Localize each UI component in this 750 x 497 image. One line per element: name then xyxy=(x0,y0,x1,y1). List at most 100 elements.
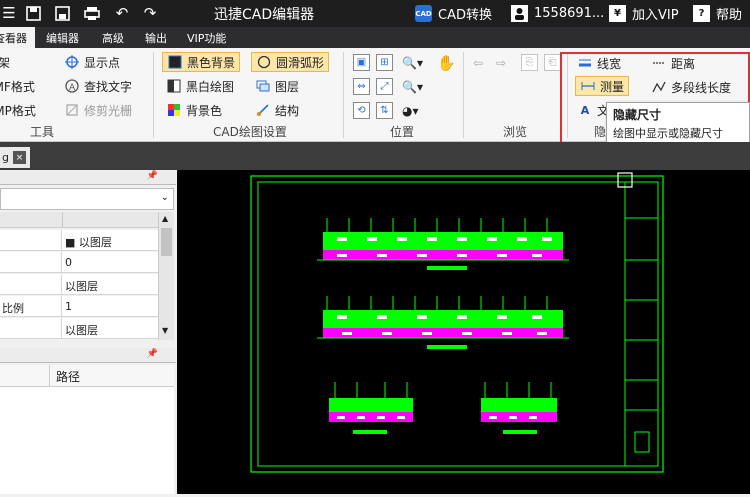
cad-convert-button[interactable]: CAD CAD转换 xyxy=(415,3,492,24)
scroll-up-icon[interactable]: ▲ xyxy=(162,214,168,223)
fit-width-icon[interactable]: ⇔ xyxy=(353,78,370,95)
print-icon[interactable] xyxy=(83,4,101,22)
property-row[interactable]: 比例 1 xyxy=(0,296,158,317)
structure-icon xyxy=(255,102,271,118)
property-value: ■ 以图层 xyxy=(65,236,112,249)
files-panel-header: 📌 xyxy=(0,348,176,363)
document-tab-bar xyxy=(0,142,750,170)
show-points-button[interactable]: 显示点 xyxy=(64,52,120,72)
cad-icon: CAD xyxy=(415,5,432,22)
zoom-out-dropdown-icon[interactable]: 🔍▾ xyxy=(402,77,423,97)
show-points-label: 显示点 xyxy=(84,55,121,70)
cad-convert-label: CAD转换 xyxy=(438,8,492,23)
pin-icon[interactable]: 📌 xyxy=(147,349,158,359)
chevron-down-icon: ⌄ xyxy=(160,192,169,203)
files-header-row: 路径 xyxy=(0,365,174,387)
document-tab[interactable]: g × xyxy=(0,147,30,168)
zoom-dropdown-icon[interactable]: 🔍▾ xyxy=(402,53,423,73)
layers-label: 图层 xyxy=(275,79,300,94)
emf-label: EMF格式 xyxy=(0,79,35,94)
scroll-down-icon[interactable]: ▼ xyxy=(162,326,168,335)
pin-icon[interactable]: 📌 xyxy=(147,171,158,181)
first-page-icon[interactable]: ⎘ xyxy=(521,54,538,71)
tab-advanced[interactable]: 高级 xyxy=(94,27,132,48)
frame-button[interactable]: 框架 xyxy=(0,52,10,72)
group-separator xyxy=(343,52,344,138)
trim-raster-label: 修剪光栅 xyxy=(84,103,133,118)
user-icon xyxy=(511,5,528,22)
smooth-arc-button[interactable]: 圆滑弧形 xyxy=(251,52,330,72)
tab-output[interactable]: 输出 xyxy=(137,27,175,48)
property-row[interactable]: 以图层 xyxy=(0,318,158,339)
layers-button[interactable]: 图层 xyxy=(255,76,299,96)
help-label: 帮助 xyxy=(716,8,743,23)
find-text-button[interactable]: A 查找文字 xyxy=(64,76,132,96)
rotate-icon[interactable]: ⟲ xyxy=(353,102,370,119)
background-color-button[interactable]: 背景色 xyxy=(166,100,222,120)
black-bg-icon xyxy=(167,54,183,70)
tools-group-label: 工具 xyxy=(30,125,55,139)
bmp-format-button[interactable]: BMP格式 xyxy=(0,100,36,120)
files-list[interactable] xyxy=(0,387,174,494)
pan-hand-icon[interactable]: ✋ xyxy=(437,53,456,73)
redo-icon[interactable]: ↷ xyxy=(141,4,159,22)
property-row[interactable]: 以图层 xyxy=(0,274,158,295)
menu-icon[interactable]: ☰ xyxy=(0,4,18,22)
save-icon[interactable] xyxy=(24,4,42,22)
tab-vip[interactable]: VIP功能 xyxy=(179,27,234,48)
crosshair-icon xyxy=(64,54,80,70)
prev-arrow-icon[interactable]: ⇦ xyxy=(473,53,483,73)
trim-raster-button[interactable]: 修剪光栅 xyxy=(64,100,132,120)
property-row[interactable]: 0 xyxy=(0,252,158,273)
emf-format-button[interactable]: EMF格式 xyxy=(0,76,35,96)
black-background-button[interactable]: 黑色背景 xyxy=(162,52,241,72)
close-icon[interactable]: × xyxy=(12,151,26,164)
elevation-1 xyxy=(317,218,569,270)
bg-color-icon xyxy=(166,102,182,118)
tab-editor[interactable]: 编辑器 xyxy=(38,27,87,48)
help-button[interactable]: ? 帮助 xyxy=(693,3,742,24)
elevation-3 xyxy=(329,382,413,434)
property-value: 以图层 xyxy=(65,324,98,337)
find-text-label: 查找文字 xyxy=(84,79,133,94)
user-id: 1558691... xyxy=(534,6,605,21)
property-value: 以图层 xyxy=(65,280,98,293)
bmp-label: BMP格式 xyxy=(0,103,36,118)
zoom-extents-icon[interactable]: ⊞ xyxy=(376,54,393,71)
properties-scrollbar[interactable]: ▲ ▼ xyxy=(158,212,174,340)
structure-label: 结构 xyxy=(275,103,300,118)
black-white-drawing-button[interactable]: 黑白绘图 xyxy=(166,76,234,96)
next-arrow-icon[interactable]: ⇨ xyxy=(496,53,506,73)
properties-dropdown[interactable]: ⌄ xyxy=(0,188,174,210)
zoom-window-icon[interactable]: ▣ xyxy=(353,54,370,71)
tooltip: 隐藏尺寸 绘图中显示或隐藏尺寸 xyxy=(606,102,750,144)
title-bar: ☰ ↶ ↷ 迅捷CAD编辑器 CAD CAD转换 1558691... ¥ 加入… xyxy=(0,0,750,27)
structure-button[interactable]: 结构 xyxy=(255,100,299,120)
user-account-button[interactable]: 1558691... xyxy=(511,3,604,24)
undo-icon[interactable]: ↶ xyxy=(113,4,131,22)
property-value: 1 xyxy=(65,300,72,313)
properties-header-row xyxy=(0,212,158,228)
bw-drawing-icon xyxy=(166,78,182,94)
last-page-icon[interactable]: ⎗ xyxy=(544,54,561,71)
smooth-arc-icon xyxy=(256,54,272,70)
layers-icon xyxy=(255,78,271,94)
property-row[interactable]: ■ 以图层 xyxy=(0,230,158,251)
path-column-header[interactable]: 路径 xyxy=(56,368,80,385)
scroll-thumb[interactable] xyxy=(161,228,172,256)
fit-all-icon[interactable]: ⤢ xyxy=(376,78,393,95)
join-vip-button[interactable]: ¥ 加入VIP xyxy=(609,3,679,24)
position-group-label: 位置 xyxy=(390,125,415,139)
tab-viewer[interactable]: 查看器 xyxy=(0,27,35,48)
bg-color-label: 背景色 xyxy=(186,103,223,118)
black-bg-label: 黑色背景 xyxy=(187,55,236,70)
save-as-icon[interactable] xyxy=(53,4,71,22)
mirror-icon[interactable]: ⇅ xyxy=(376,102,393,119)
browse-group-label: 浏览 xyxy=(503,125,528,139)
view-3d-dropdown-icon[interactable]: ◕▾ xyxy=(402,101,419,121)
document-tab-label: g xyxy=(2,151,9,164)
property-value: 0 xyxy=(65,256,72,269)
yen-icon: ¥ xyxy=(609,5,626,22)
cad-drawing-canvas[interactable] xyxy=(177,170,750,494)
trim-raster-icon xyxy=(64,102,80,118)
